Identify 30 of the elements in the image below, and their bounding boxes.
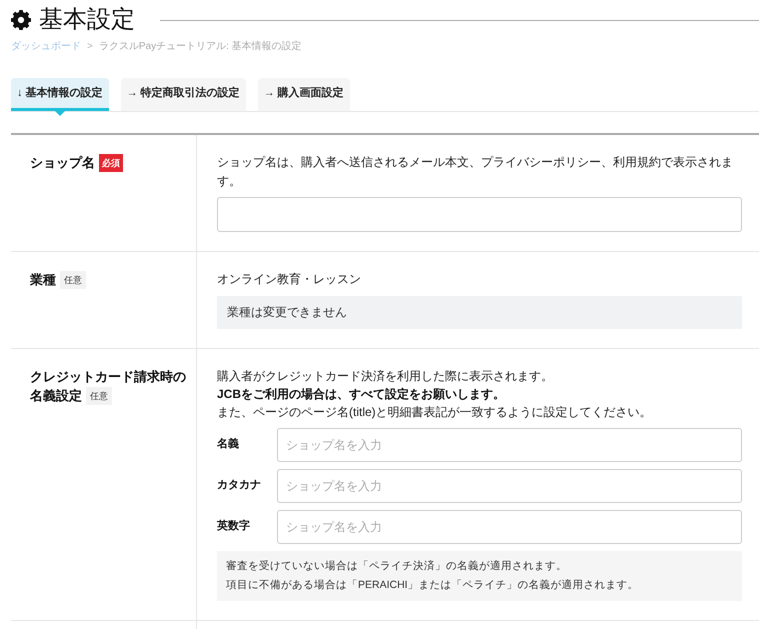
note-text: 審査を受けていない場合は「ペライチ決済」の名義が適用されます。 <box>226 558 568 574</box>
readonly-field: 業種は変更できません <box>217 296 742 328</box>
field-label: クレジットカード請求時の <box>30 368 186 384</box>
field-label: 名義設定 <box>30 388 82 402</box>
page-title: 基本設定 <box>39 5 135 35</box>
description-text: JCBをご利用の場合は、すべて設定をお願いします。 <box>217 386 506 403</box>
note-text: 項目に不備がある場合は「PERAICHI」または「ペライチ」の名義が適用されます。 <box>226 578 640 592</box>
optional-badge: 任意 <box>60 271 86 289</box>
input-label: 名義 <box>217 436 240 452</box>
tab[interactable]: → 購入画面設定 <box>258 78 350 111</box>
description-text: また、ページのページ名(title)と明細書表記が一致するように設定してください。 <box>217 404 653 421</box>
pointer-icon <box>54 111 65 116</box>
description-text: 購入者がクレジットカード決済を利用した際に表示されます。 <box>217 368 554 384</box>
optional-badge: 任意 <box>86 386 112 404</box>
tab[interactable]: ↓ 基本情報の設定 <box>11 78 109 111</box>
text-input[interactable]: ショップ名を入力 <box>277 428 742 462</box>
text-input[interactable] <box>217 197 742 232</box>
breadcrumb-separator: > <box>87 40 93 54</box>
description-text: オンライン教育・レッスン <box>217 271 362 288</box>
breadcrumb-current: ラクスルPayチュートリアル: 基本情報の設定 <box>98 40 302 54</box>
tab[interactable]: → 特定商取引法の設定 <box>120 78 246 111</box>
field-label: 業種 <box>30 272 56 287</box>
input-label: カタカナ <box>217 478 262 494</box>
required-badge: 必須 <box>99 154 123 172</box>
input-label: 英数字 <box>217 518 251 534</box>
text-input[interactable]: ショップ名を入力 <box>277 510 742 544</box>
description-text: ショップ名は、購入者へ送信されるメール本文、プライバシーポリシー、利用規約で表示されます。 <box>217 154 734 190</box>
field-label: ショップ名 <box>30 155 95 170</box>
text-input[interactable]: ショップ名を入力 <box>277 468 742 502</box>
settings-icon <box>11 10 31 30</box>
